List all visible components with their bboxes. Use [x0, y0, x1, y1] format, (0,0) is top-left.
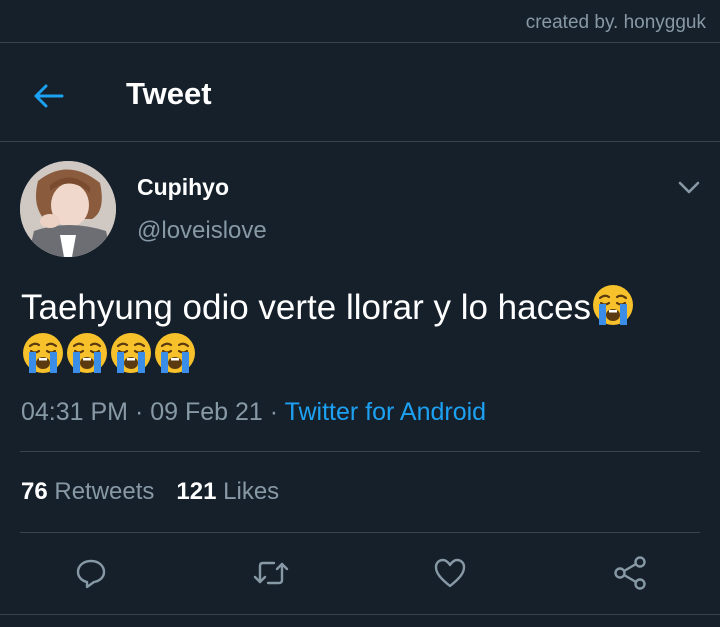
crying-emoji-icon — [21, 331, 65, 375]
user-handle[interactable]: @loveislove — [137, 217, 267, 245]
tweet-text: Taehyung odio verte llorar y lo haces — [21, 283, 711, 379]
likes-stat[interactable]: 121 Likes — [176, 478, 279, 505]
header-divider — [0, 141, 720, 142]
tweet-stats: 76 Retweets 121 Likes — [21, 478, 279, 506]
top-divider — [0, 42, 720, 43]
reply-button[interactable] — [71, 553, 111, 593]
tweet-actions — [0, 553, 720, 593]
share-icon — [614, 556, 646, 590]
reply-icon — [76, 559, 106, 589]
back-button[interactable] — [30, 78, 66, 114]
tweet-source-link[interactable]: Twitter for Android — [285, 398, 486, 426]
tweet-date: 09 Feb 21 — [150, 398, 263, 426]
meta-divider — [20, 451, 700, 452]
avatar[interactable] — [20, 161, 116, 257]
tweet-meta: 04:31 PM · 09 Feb 21 · Twitter for Andro… — [21, 398, 487, 426]
retweet-icon — [253, 561, 289, 585]
crying-emoji-icon — [153, 331, 197, 375]
share-button[interactable] — [610, 553, 650, 593]
bottom-divider — [0, 614, 720, 615]
crying-emoji-icon — [65, 331, 109, 375]
credit-text: created by. honygguk — [525, 12, 706, 33]
tweet-body: Taehyung odio verte llorar y lo haces — [21, 288, 592, 327]
display-name[interactable]: Cupihyo — [137, 174, 229, 201]
like-icon — [434, 558, 466, 588]
chevron-down-icon — [678, 181, 700, 194]
likes-label: Likes — [223, 478, 280, 505]
tweet-time: 04:31 PM — [21, 398, 129, 426]
page-title: Tweet — [126, 76, 212, 111]
retweets-count: 76 — [21, 478, 48, 505]
more-options-button[interactable] — [676, 178, 702, 198]
retweets-label: Retweets — [54, 478, 155, 505]
stats-divider — [20, 532, 700, 533]
likes-count: 121 — [176, 478, 217, 505]
crying-emoji-icon — [591, 283, 635, 327]
like-button[interactable] — [430, 553, 470, 593]
retweet-button[interactable] — [251, 553, 291, 593]
retweets-stat[interactable]: 76 Retweets — [21, 478, 154, 505]
arrow-left-icon — [34, 84, 64, 108]
crying-emoji-icon — [109, 331, 153, 375]
